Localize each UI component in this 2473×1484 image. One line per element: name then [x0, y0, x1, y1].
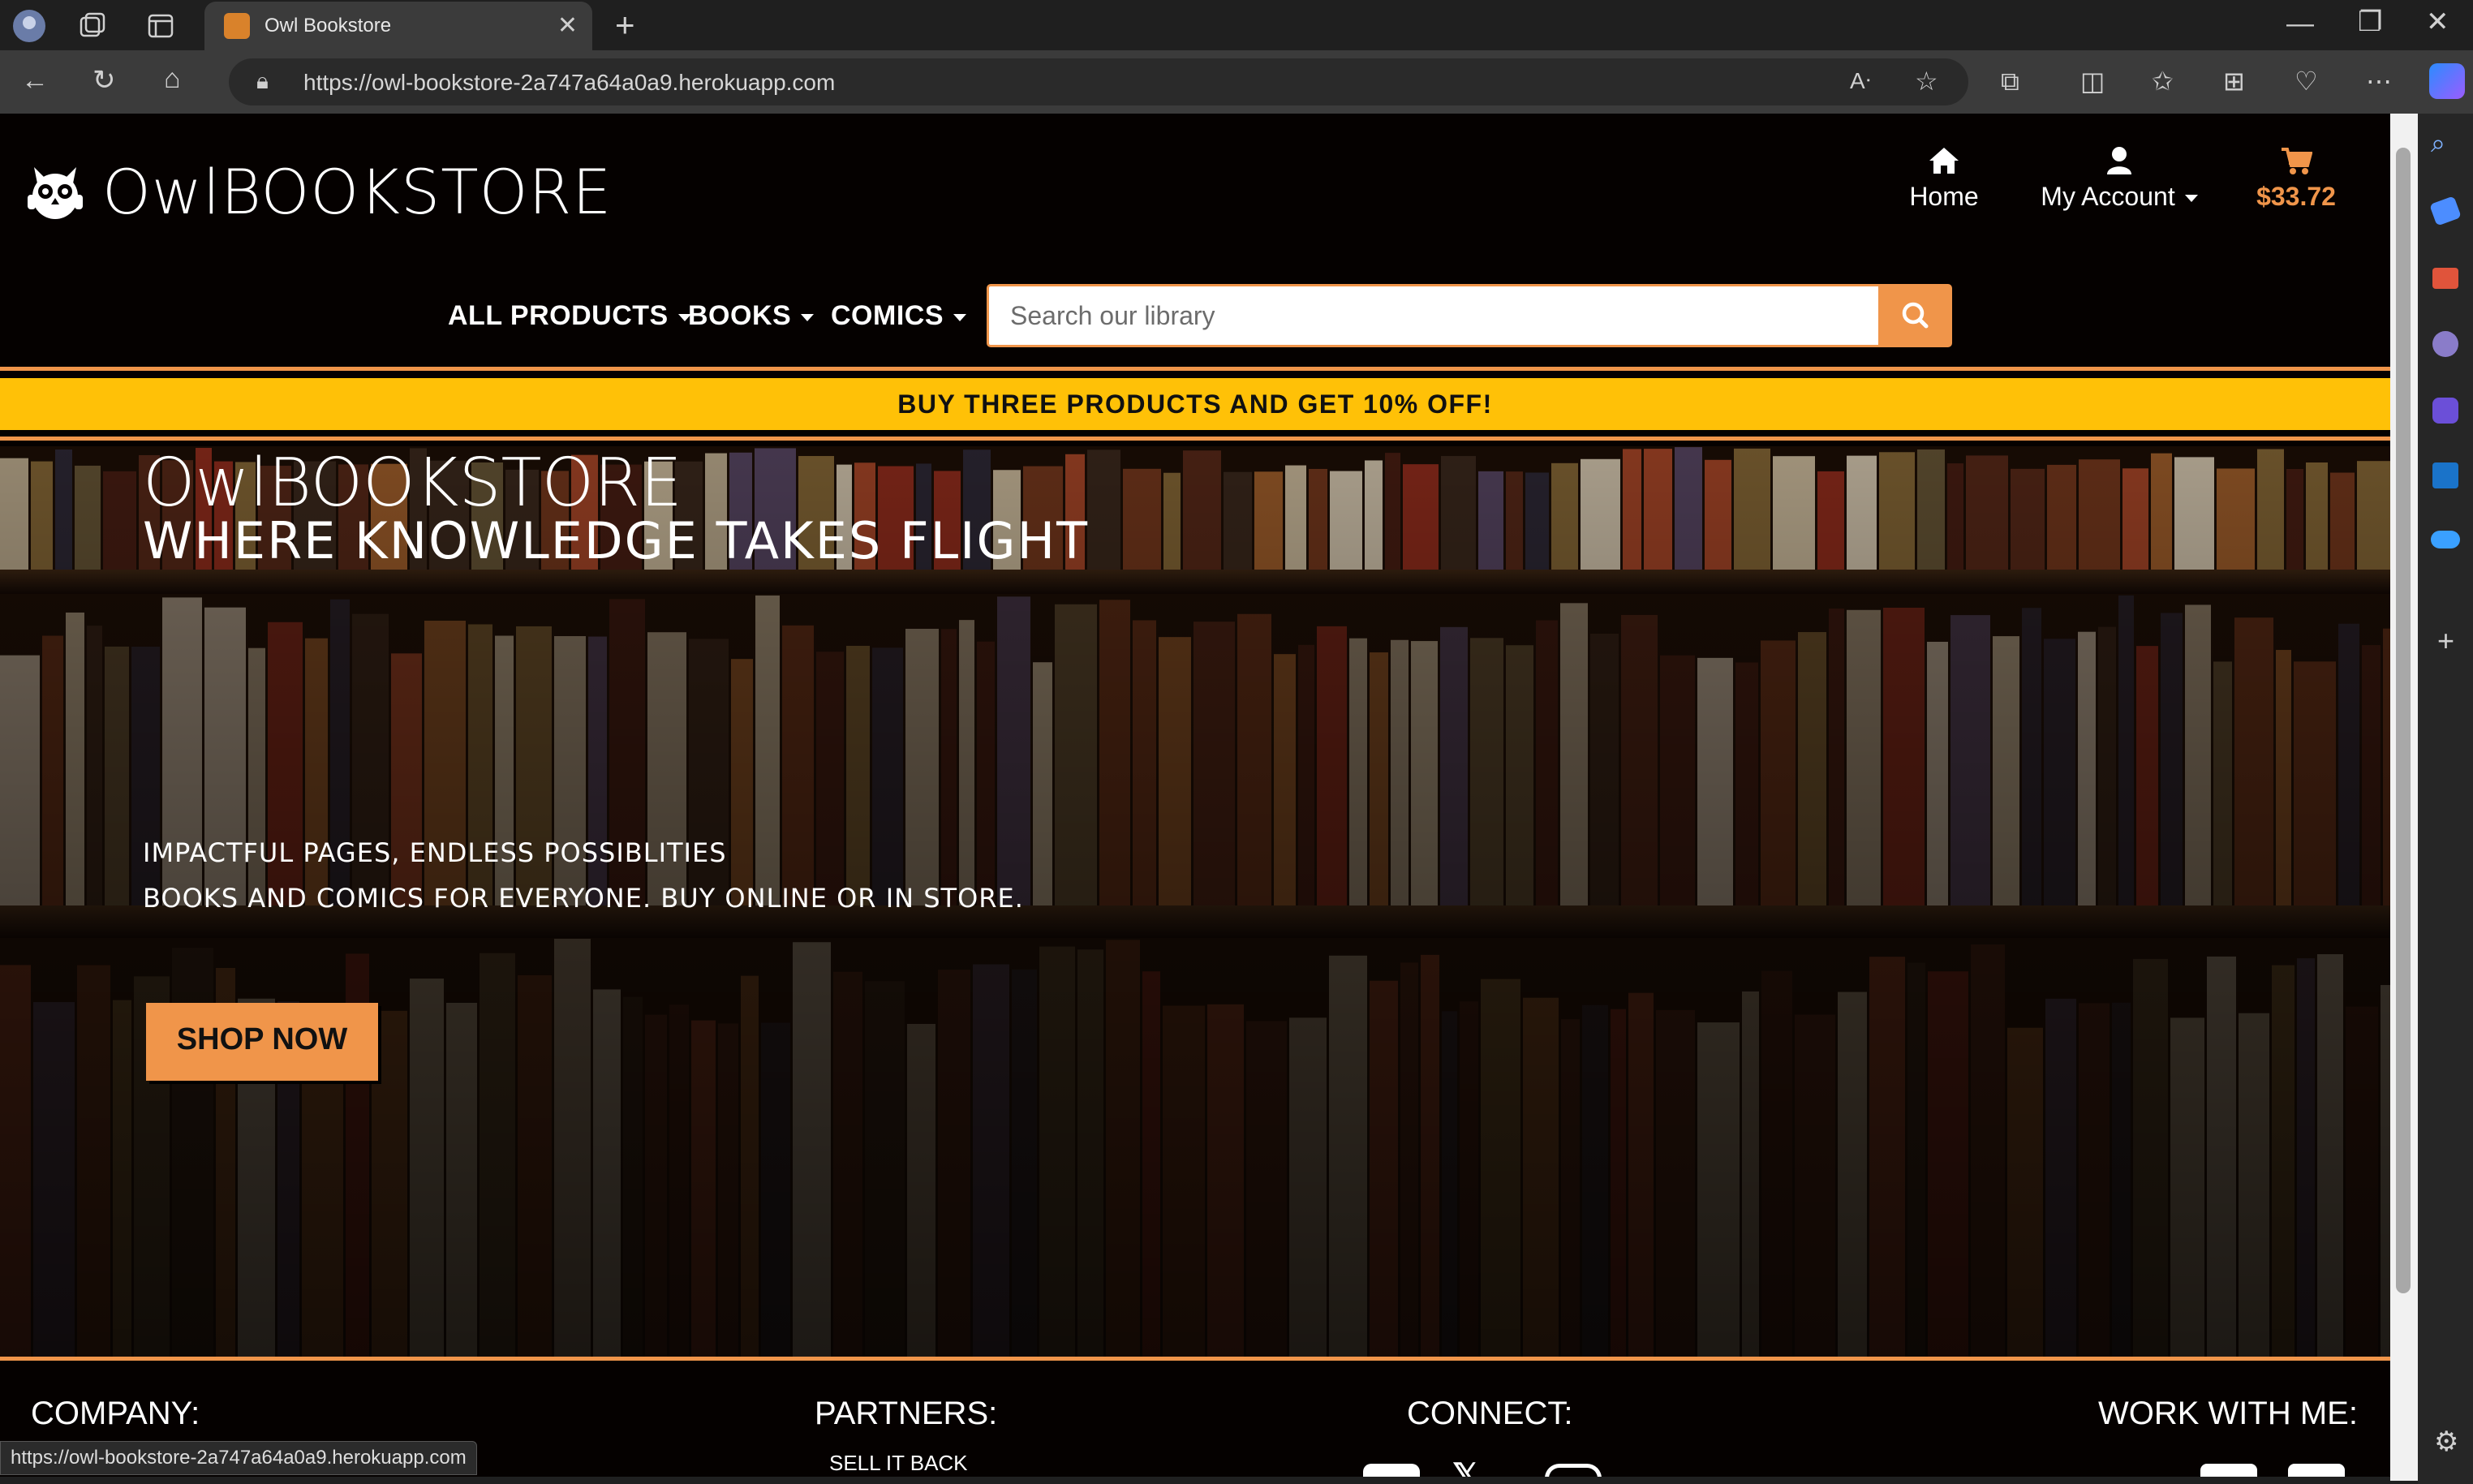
- footer-connect-heading: CONNECT:: [1407, 1396, 1573, 1431]
- sidebar-games-icon[interactable]: [2432, 331, 2458, 357]
- profile-avatar[interactable]: [11, 8, 47, 49]
- owl-logo-icon[interactable]: [23, 159, 88, 224]
- footer-partners-heading: PARTNERS:: [815, 1396, 998, 1431]
- footer-sell-it-back-link[interactable]: SELL IT BACK: [829, 1451, 968, 1476]
- sidebar-onedrive-icon[interactable]: [2431, 531, 2460, 548]
- chevron-down-icon: [2184, 195, 2198, 203]
- tab-title: Owl Bookstore: [265, 15, 392, 37]
- refresh-icon[interactable]: ↻: [92, 67, 116, 94]
- webpage: OwlBOOKSTORE Home My Account $33.72 ALL …: [0, 114, 2390, 1477]
- chevron-down-icon: [953, 313, 966, 321]
- tab-actions-icon[interactable]: [146, 11, 175, 45]
- nav-all-products[interactable]: ALL PRODUCTS: [448, 300, 691, 332]
- linkedin-icon[interactable]: [2288, 1464, 2345, 1477]
- lock-icon[interactable]: 🔒︎: [256, 70, 269, 92]
- sidebar-tools-icon[interactable]: [2432, 268, 2458, 289]
- nav-home-label: Home: [1909, 182, 1979, 211]
- copilot-icon[interactable]: [2429, 63, 2465, 99]
- workspaces-icon[interactable]: [78, 11, 107, 45]
- promo-banner: BUY THREE PRODUCTS AND GET 10% OFF!: [0, 378, 2390, 430]
- footer-work-heading: WORK WITH ME:: [2098, 1396, 2358, 1431]
- promo-text: BUY THREE PRODUCTS AND GET 10% OFF!: [897, 389, 1493, 419]
- sidebar-outlook-icon[interactable]: [2432, 462, 2458, 488]
- nav-account-label: My Account: [2041, 182, 2175, 211]
- x-twitter-icon[interactable]: 𝕏: [1452, 1457, 1478, 1477]
- split-screen-icon[interactable]: ◫: [2080, 68, 2105, 94]
- favorite-star-icon[interactable]: ☆: [1915, 68, 1938, 94]
- user-icon: [2107, 147, 2131, 174]
- hero-tagline: WHERE KNOWLEDGE TAKES FLIGHT: [143, 511, 1089, 570]
- nav-comics-label: COMICS: [831, 300, 944, 331]
- nav-comics[interactable]: COMICS: [831, 300, 966, 332]
- more-menu-icon[interactable]: ⋯: [2366, 68, 2392, 94]
- cart-total: $33.72: [2256, 182, 2336, 211]
- url-text: https://owl-bookstore-2a747a64a0a9.herok…: [303, 70, 836, 95]
- new-tab-icon[interactable]: +: [615, 8, 635, 42]
- browser-essentials-icon[interactable]: ♡: [2295, 68, 2318, 94]
- search-input[interactable]: [989, 286, 1878, 345]
- search-icon: [1902, 302, 1929, 329]
- nav-books-label: BOOKS: [688, 300, 792, 331]
- hero-title-light: Owl: [143, 445, 269, 522]
- favorites-icon[interactable]: ✩: [2152, 68, 2174, 94]
- home-icon: [1929, 148, 1959, 174]
- footer-company-heading: COMPANY:: [31, 1396, 200, 1431]
- minimize-icon[interactable]: —: [2286, 10, 2314, 37]
- collections-icon[interactable]: ⊞: [2223, 68, 2245, 94]
- close-window-icon[interactable]: ✕: [2426, 8, 2449, 36]
- chevron-down-icon: [801, 313, 815, 321]
- extensions-icon[interactable]: ⧉: [2001, 68, 2019, 94]
- scrollbar-thumb[interactable]: [2396, 148, 2411, 1293]
- tab-owl-bookstore[interactable]: Owl Bookstore ✕: [204, 2, 592, 50]
- sidebar-settings-icon[interactable]: ⚙: [2434, 1428, 2458, 1456]
- instagram-icon[interactable]: [1545, 1464, 1602, 1477]
- brand-light: Owl: [102, 156, 221, 228]
- read-aloud-icon[interactable]: Aᐧ: [1850, 70, 1871, 92]
- home-browser-icon[interactable]: ⌂: [164, 65, 181, 92]
- hero-subtitle-1: IMPACTFUL PAGES, ENDLESS POSSIBLITIES: [143, 837, 727, 868]
- sidebar-search-icon[interactable]: ⌕: [2431, 130, 2445, 156]
- github-icon[interactable]: [2200, 1464, 2257, 1477]
- nav-all-products-label: ALL PRODUCTS: [448, 300, 669, 331]
- owl-favicon-icon: [224, 13, 250, 39]
- search-field: [987, 284, 1881, 347]
- sidebar-add-icon[interactable]: +: [2437, 626, 2454, 656]
- footer-border: [0, 1357, 2390, 1361]
- shopping-cart-icon: [2282, 148, 2312, 174]
- shop-now-label: SHOP NOW: [176, 1022, 348, 1056]
- hero-subtitle-2: BOOKS AND COMICS FOR EVERYONE. BUY ONLIN…: [143, 883, 1024, 914]
- nav-books[interactable]: BOOKS: [688, 300, 815, 332]
- close-tab-icon[interactable]: ✕: [557, 11, 578, 40]
- facebook-icon[interactable]: [1363, 1464, 1420, 1477]
- search-button[interactable]: [1879, 284, 1952, 347]
- nav-my-account[interactable]: My Account: [2030, 146, 2208, 212]
- nav-home[interactable]: Home: [1902, 146, 1986, 212]
- brand-bold: BOOKSTORE: [221, 156, 613, 228]
- hero-title: OwlBOOKSTORE: [143, 445, 682, 522]
- shop-now-button[interactable]: SHOP NOW: [146, 1003, 378, 1081]
- promo-border-top: [0, 367, 2390, 371]
- edge-sidebar: [2418, 114, 2473, 1484]
- hero-title-bold: BOOKSTORE: [268, 445, 682, 522]
- nav-cart[interactable]: $33.72: [2247, 146, 2345, 212]
- back-icon[interactable]: ←: [21, 67, 49, 94]
- sidebar-m365-icon[interactable]: [2432, 398, 2458, 424]
- restore-icon[interactable]: ❐: [2358, 8, 2382, 36]
- brand-logo-text[interactable]: OwlBOOKSTORE: [102, 156, 612, 228]
- status-bar-url: https://owl-bookstore-2a747a64a0a9.herok…: [0, 1441, 477, 1475]
- promo-border-bottom: [0, 437, 2390, 441]
